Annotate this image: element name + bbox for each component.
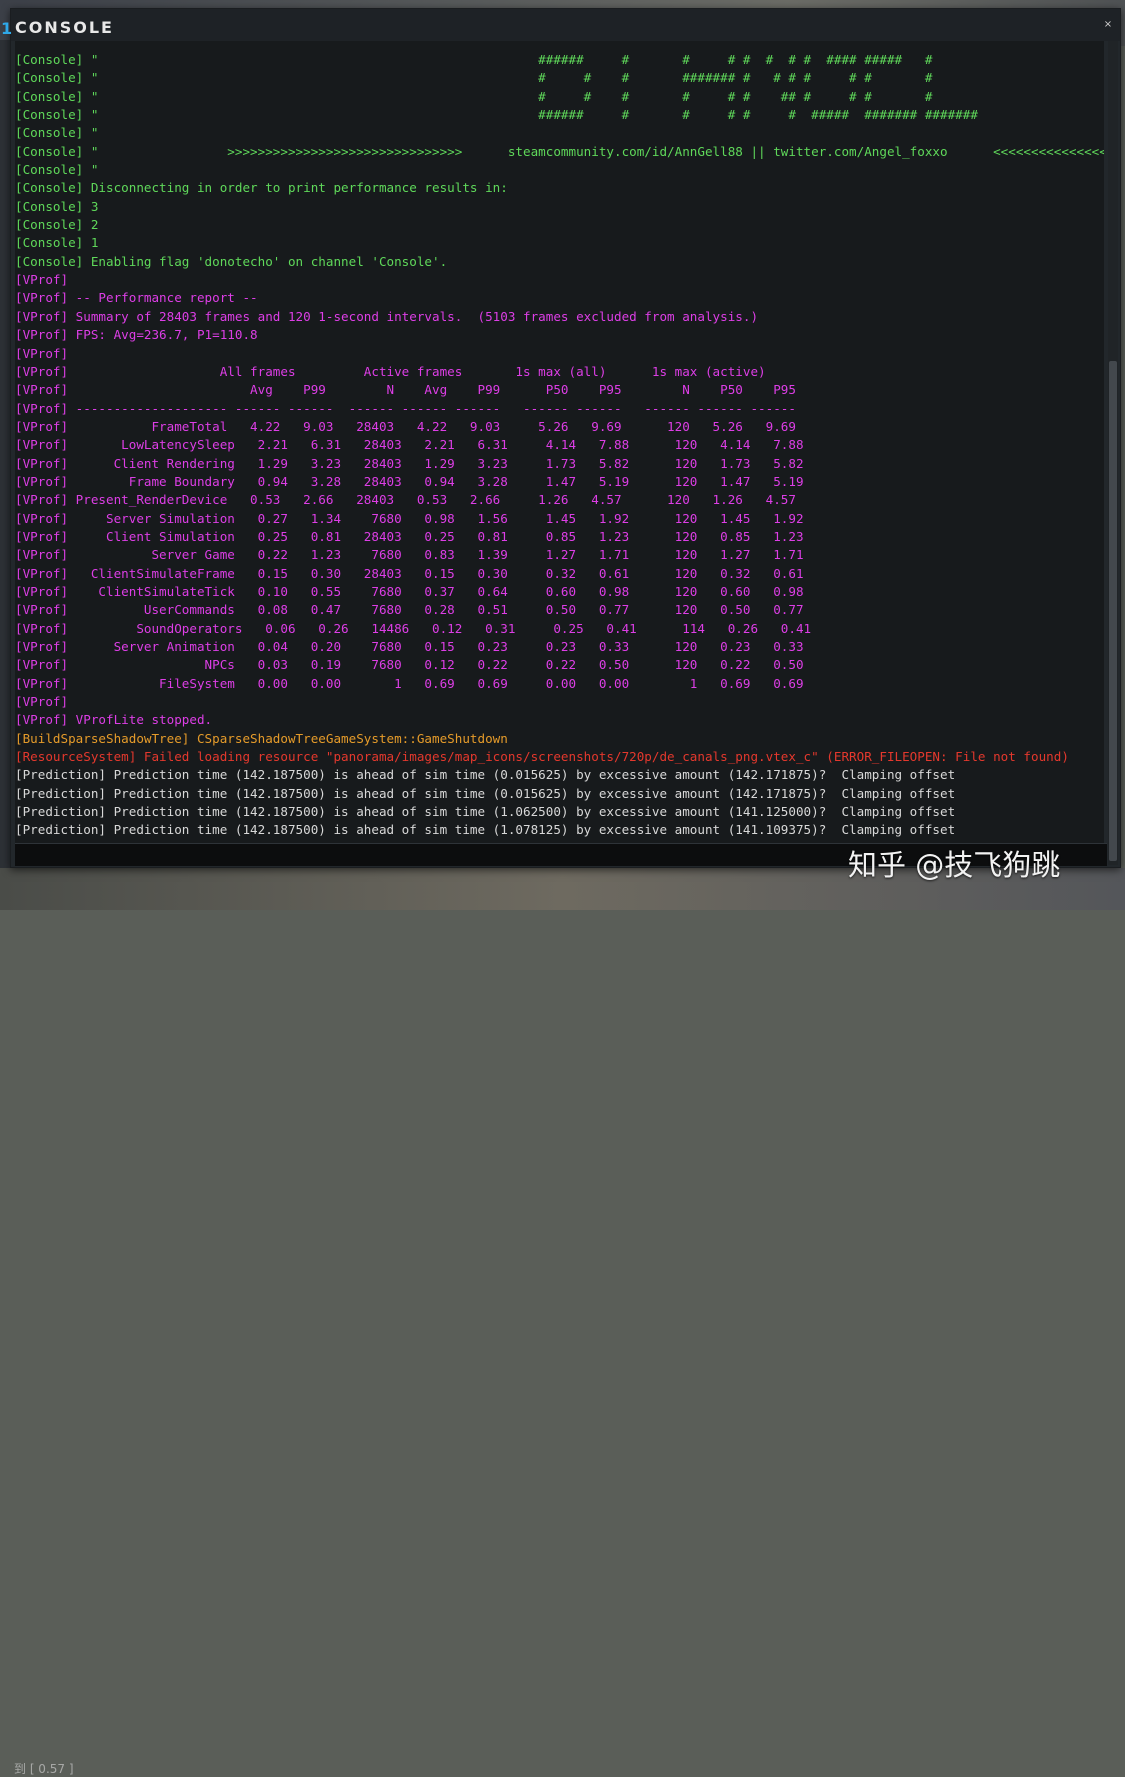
console-line-prediction: [Prediction] Prediction time (142.187500… (15, 767, 956, 783)
console-line-vprof: [VProf] Server Animation 0.04 0.20 7680 … (15, 639, 804, 654)
console-line-prediction: [Prediction] Prediction time (142.187500… (15, 804, 956, 820)
console-line-vprof: [VProf] All frames Active frames 1s max … (15, 363, 766, 379)
console-line-vprof: [VProf] ClientSimulateTick 0.10 0.55 768… (15, 583, 804, 599)
console-line-prediction: [Prediction] Prediction time (142.187500… (15, 785, 956, 801)
console-line-vprof: [VProf] Avg P99 N Avg P99 P50 P95 N P50 … (15, 382, 796, 398)
console-window: 1 CONSOLE × [Console] " ###### # # # # #… (1, 8, 1121, 868)
console-line-prediction: [Prediction] Prediction time (142.187500… (15, 822, 956, 838)
console-title: CONSOLE (15, 18, 114, 37)
zhihu-watermark: 知乎 @技飞狗跳 (848, 848, 1061, 882)
console-line-build: [BuildSparseShadowTree] CSparseShadowTre… (15, 730, 508, 746)
console-line-console: [Console] 2 (15, 217, 99, 233)
console-line-vprof: [VProf] FileSystem 0.00 0.00 1 0.69 0.69… (15, 675, 804, 691)
console-line-vprof: [VProf] NPCs 0.03 0.19 7680 0.12 0.22 0.… (15, 657, 804, 673)
console-line-vprof: [VProf] Present_RenderDevice 0.53 2.66 2… (15, 492, 796, 508)
console-line-vprof: [VProf] (15, 694, 69, 710)
background-hud-fragment: 到 [ 0.57 ] (14, 1762, 74, 1776)
console-line-console: [Console] Disconnecting in order to prin… (15, 180, 508, 196)
desktop-background-left (0, 40, 10, 870)
app-number-badge: 1 (1, 19, 14, 38)
console-line-vprof: [VProf] -- Performance report -- (15, 290, 258, 306)
console-line-vprof: [VProf] Client Simulation 0.25 0.81 2840… (15, 528, 804, 544)
console-line-vprof: [VProf] ClientSimulateFrame 0.15 0.30 28… (15, 565, 804, 581)
console-line-console: [Console] " # # # # # # ## # # # # (15, 88, 933, 104)
console-line-vprof: [VProf] SoundOperators 0.06 0.26 14486 0… (15, 620, 812, 636)
console-titlebar[interactable]: 1 CONSOLE × (1, 9, 1120, 41)
console-line-vprof: [VProf] Frame Boundary 0.94 3.28 28403 0… (15, 473, 804, 489)
console-line-vprof: [VProf] Summary of 28403 frames and 120 … (15, 308, 759, 324)
console-line-vprof: [VProf] VProfLite stopped. (15, 712, 213, 728)
console-line-console: [Console] " ###### # # # # # # # #### ##… (15, 52, 933, 67)
close-icon[interactable]: × (1102, 19, 1114, 31)
console-line-vprof: [VProf] (15, 272, 69, 288)
console-line-vprof: [VProf] FPS: Avg=236.7, P1=110.8 (15, 327, 258, 343)
console-line-console: [Console] " ###### # # # # # ##### #####… (15, 107, 978, 123)
console-line-vprof: [VProf] UserCommands 0.08 0.47 7680 0.28… (15, 602, 804, 618)
console-line-vprof: [VProf] Client Rendering 1.29 3.23 28403… (15, 455, 804, 471)
console-line-console: [Console] " (15, 125, 99, 141)
console-output[interactable]: [Console] " ###### # # # # # # # #### ##… (15, 41, 1104, 865)
console-line-console: [Console] Enabling flag 'donotecho' on c… (15, 253, 448, 269)
console-line-console: [Console] 3 (15, 198, 99, 214)
console-line-vprof: [VProf] FrameTotal 4.22 9.03 28403 4.22 … (15, 418, 796, 434)
console-line-vprof: [VProf] Server Simulation 0.27 1.34 7680… (15, 510, 804, 526)
console-line-console: [Console] 1 (15, 235, 99, 251)
console-line-vprof: [VProf] -------------------- ------ ----… (15, 400, 796, 416)
console-line-resource_error: [ResourceSystem] Failed loading resource… (15, 749, 1069, 765)
console-line-vprof: [VProf] Server Game 0.22 1.23 7680 0.83 … (15, 547, 804, 563)
console-scrollbar[interactable] (1108, 41, 1118, 865)
console-log-lines: [Console] " ###### # # # # # # # #### ##… (15, 51, 1104, 858)
scrollbar-thumb[interactable] (1109, 361, 1117, 861)
console-line-vprof: [VProf] (15, 345, 69, 361)
console-line-vprof: [VProf] LowLatencySleep 2.21 6.31 28403 … (15, 437, 804, 453)
console-line-console: [Console] " >>>>>>>>>>>>>>>>>>>>>>>>>>>>… (15, 143, 1104, 159)
console-line-console: [Console] " # # # ####### # # # # # # # (15, 70, 933, 86)
console-line-console: [Console] " (15, 162, 99, 178)
